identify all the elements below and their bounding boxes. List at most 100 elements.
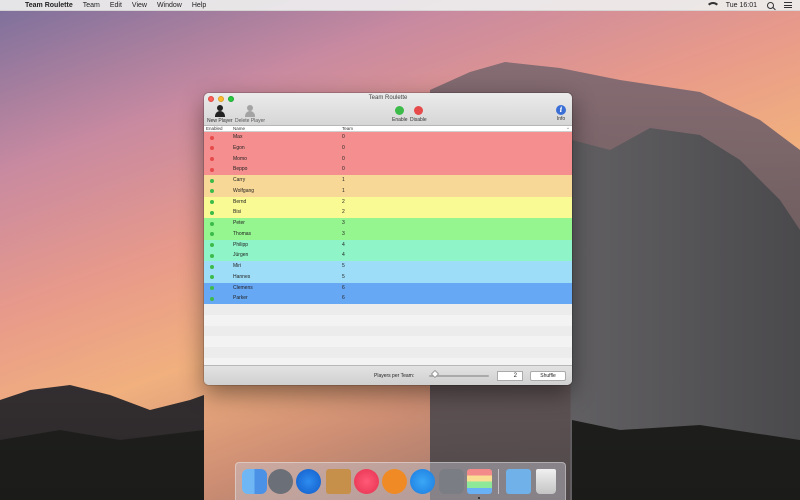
table-row[interactable]: Egon 0 [204,142,572,154]
enabled-status-dot[interactable] [210,253,214,258]
menu-edit[interactable]: Edit [110,0,122,11]
safari-icon[interactable] [296,469,321,494]
table-row[interactable]: Peter 3 [204,218,572,229]
enabled-status-dot[interactable] [210,200,214,204]
players-per-team-field[interactable]: 2 [497,371,523,381]
player-team-cell[interactable]: 3 [342,218,345,229]
enabled-status-dot[interactable] [210,178,214,183]
menu-app-name[interactable]: Team Roulette [25,0,73,11]
player-name-cell[interactable]: Jürgen [233,250,248,261]
table-row[interactable]: Bernd 2 [204,196,572,208]
new-player-button[interactable]: New Player [207,105,233,124]
ibooks-icon[interactable] [382,469,407,494]
player-name-cell[interactable]: Bisi [233,207,241,218]
player-name-cell[interactable]: Parker [233,293,248,304]
table-row[interactable]: Jürgen 4 [204,250,572,261]
table-row[interactable]: Clemens 6 [204,282,572,294]
delete-player-button[interactable]: Delete Player [235,105,265,124]
window-toolbar: Team Roulette New Player Delete Player E… [204,93,572,126]
table-row[interactable]: Wolfgang 1 [204,185,572,197]
enabled-status-dot[interactable] [210,221,214,226]
notification-center-icon[interactable] [784,2,792,8]
menu-team[interactable]: Team [83,0,100,11]
enabled-status-dot[interactable] [210,296,214,301]
downloads-folder-icon[interactable] [506,469,531,494]
enabled-status-dot[interactable] [210,157,214,161]
wifi-icon[interactable] [705,1,720,9]
player-name-cell[interactable]: Max [233,132,242,143]
spotlight-search-icon[interactable] [767,1,774,9]
player-name-cell[interactable]: Thomas [233,229,251,240]
menu-help[interactable]: Help [192,0,206,11]
table-row[interactable]: Philipp 4 [204,239,572,251]
player-name-cell[interactable]: Bernd [233,197,246,208]
enabled-status-dot[interactable] [210,210,214,215]
player-team-cell[interactable]: 1 [342,186,345,197]
green-dot-icon [395,106,405,115]
menu-window[interactable]: Window [157,0,182,11]
enabled-status-dot[interactable] [210,146,214,151]
app-store-icon[interactable] [410,469,435,494]
enabled-status-dot[interactable] [210,264,214,269]
player-name-cell[interactable]: Clemens [233,283,253,294]
enabled-status-dot[interactable] [210,286,214,290]
player-name-cell[interactable]: Wolfgang [233,186,254,197]
player-team-cell[interactable]: 0 [342,143,345,154]
dock-separator [498,469,499,494]
new-player-label: New Player [207,118,233,124]
player-name-cell[interactable]: Momo [233,154,247,165]
itunes-icon[interactable] [354,469,379,494]
enabled-status-dot[interactable] [210,275,214,280]
enabled-status-dot[interactable] [210,135,214,140]
player-name-cell[interactable]: Carry [233,175,245,186]
table-row[interactable]: Carry 1 [204,175,572,186]
team-roulette-app-icon[interactable] [467,469,492,494]
player-team-cell[interactable]: 6 [342,293,345,304]
player-team-cell[interactable]: 3 [342,229,345,240]
player-name-cell[interactable]: Hannes [233,272,250,283]
system-preferences-icon[interactable] [439,469,464,494]
enabled-status-dot[interactable] [210,243,214,247]
players-per-team-slider[interactable] [429,375,489,377]
menubar-clock[interactable]: Tue 16:01 [726,2,757,9]
enabled-status-dot[interactable] [210,167,214,172]
player-name-cell[interactable]: Beppo [233,164,247,175]
enabled-status-dot[interactable] [210,232,214,237]
player-team-cell[interactable]: 4 [342,240,345,251]
player-team-cell[interactable]: 0 [342,154,345,165]
table-row[interactable]: Thomas 3 [204,228,572,240]
table-row[interactable]: Bisi 2 [204,207,572,218]
disable-button[interactable]: Disable [410,105,427,123]
player-name-cell[interactable]: Peter [233,218,245,229]
table-row[interactable]: Beppo 0 [204,164,572,175]
person-remove-icon [244,105,256,117]
table-row[interactable]: Parker 6 [204,293,572,304]
launchpad-icon[interactable] [268,469,293,494]
player-team-cell[interactable]: 4 [342,250,345,261]
player-team-cell[interactable]: 5 [342,272,345,283]
player-table: Max 0 Egon 0 Momo 0 Beppo 0 Carry 1 Wolfgang 1 Bernd… [204,132,572,304]
player-team-cell[interactable]: 2 [342,207,345,218]
shuffle-button[interactable]: Shuffle [530,371,566,381]
finder-icon[interactable] [242,469,267,494]
table-row[interactable]: Max 0 [204,132,572,143]
enable-button[interactable]: Enable [392,105,408,123]
player-team-cell[interactable]: 0 [342,132,345,143]
table-row[interactable]: Momo 0 [204,153,572,165]
player-team-cell[interactable]: 0 [342,164,345,175]
table-row[interactable]: Hannes 5 [204,271,572,283]
enabled-status-dot[interactable] [210,189,214,194]
player-name-cell[interactable]: Egon [233,143,245,154]
player-team-cell[interactable]: 1 [342,175,345,186]
table-row[interactable]: Miri 5 [204,261,572,272]
info-button[interactable]: i Info [556,105,566,122]
notes-icon[interactable] [326,469,351,494]
menu-view[interactable]: View [132,0,147,11]
disable-label: Disable [410,117,427,123]
player-team-cell[interactable]: 2 [342,197,345,208]
player-team-cell[interactable]: 5 [342,261,345,272]
player-name-cell[interactable]: Miri [233,261,241,272]
player-name-cell[interactable]: Philipp [233,240,248,251]
player-team-cell[interactable]: 6 [342,283,345,294]
trash-icon[interactable] [536,469,556,494]
